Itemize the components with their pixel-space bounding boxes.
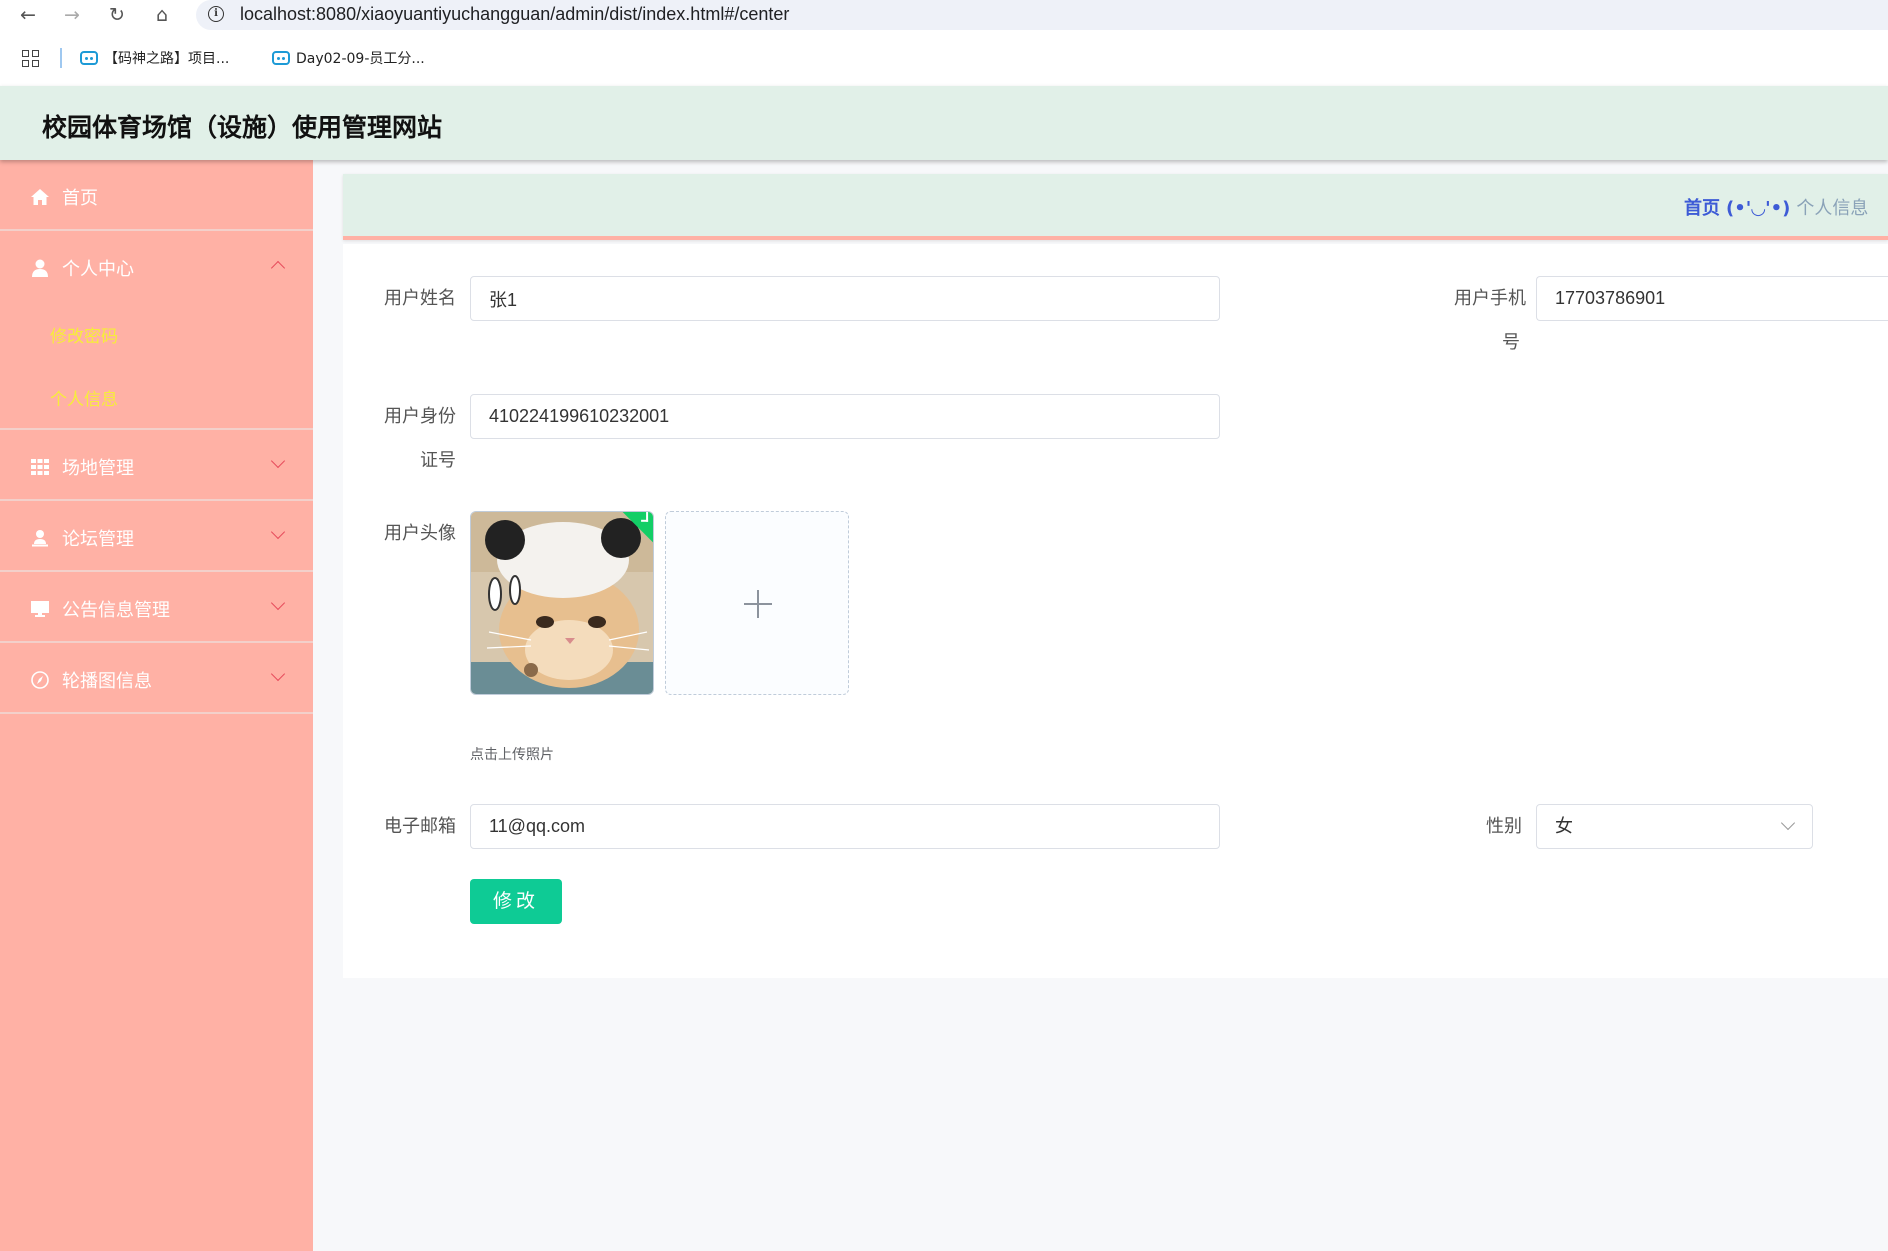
upload-tip: 点击上传照片 bbox=[470, 747, 554, 763]
sidebar-item-personal-center[interactable]: 个人中心 bbox=[0, 231, 313, 302]
chevron-down-icon bbox=[270, 453, 286, 469]
gender-label: 性别 bbox=[1486, 816, 1522, 837]
avatar-upload-button[interactable] bbox=[665, 511, 849, 695]
sidebar-item-forum-management[interactable]: 论坛管理 bbox=[0, 501, 313, 572]
sidebar-item-label: 公告信息管理 bbox=[62, 600, 170, 621]
monitor-icon bbox=[31, 601, 49, 617]
sidebar-item-label: 场地管理 bbox=[62, 458, 134, 479]
grid-icon bbox=[31, 459, 49, 475]
id-number-input[interactable] bbox=[470, 394, 1220, 439]
phone-label-line1: 用户手机 bbox=[1454, 288, 1526, 309]
person-icon bbox=[32, 530, 48, 547]
submenu-item-label: 修改密码 bbox=[50, 327, 118, 347]
plus-icon-vertical bbox=[757, 590, 759, 618]
sidebar-item-notice-management[interactable]: 公告信息管理 bbox=[0, 572, 313, 643]
sidebar-item-carousel-info[interactable]: 轮播图信息 bbox=[0, 643, 313, 714]
breadcrumb: 首页 (•'◡'•) 个人信息 bbox=[343, 174, 1888, 240]
browser-address-bar: ← → ↻ ⌂ i localhost:8080/xiaoyuantiyucha… bbox=[0, 0, 1888, 30]
id-number-label-line2: 证号 bbox=[420, 450, 456, 471]
avatar-cat-image bbox=[471, 512, 653, 694]
app-header: 校园体育场馆（设施）使用管理网站 bbox=[0, 86, 1888, 160]
home-page-icon[interactable]: ⌂ bbox=[150, 3, 174, 27]
bookmark-item[interactable]: 【码神之路】项目... bbox=[80, 47, 229, 71]
sidebar-item-label: 论坛管理 bbox=[62, 529, 134, 550]
user-icon bbox=[32, 259, 48, 277]
avatar-label: 用户头像 bbox=[384, 523, 456, 544]
phone-label-line2: 号 bbox=[1502, 332, 1520, 353]
phone-input[interactable] bbox=[1536, 276, 1888, 321]
url-text[interactable]: localhost:8080/xiaoyuantiyuchangguan/adm… bbox=[240, 4, 789, 25]
gender-select[interactable]: 女 bbox=[1536, 804, 1813, 849]
bilibili-icon bbox=[272, 51, 290, 65]
sidebar-item-label: 轮播图信息 bbox=[62, 671, 152, 692]
sidebar: 首页 个人中心 修改密码 个人信息 场地管理 论坛管理 公告信息管理 轮播图信息 bbox=[0, 160, 313, 1251]
breadcrumb-separator: (•'◡'•) bbox=[1726, 198, 1791, 219]
bookmark-label: 【码神之路】项目... bbox=[104, 51, 230, 67]
bookmarks-bar: 【码神之路】项目... Day02-09-员工分... bbox=[0, 30, 1888, 86]
submenu-item-change-password[interactable]: 修改密码 bbox=[0, 302, 313, 365]
sidebar-item-label: 首页 bbox=[62, 188, 98, 209]
bookmark-label: Day02-09-员工分... bbox=[296, 51, 425, 67]
home-icon bbox=[31, 189, 49, 205]
bilibili-icon bbox=[80, 51, 98, 65]
email-label: 电子邮箱 bbox=[384, 816, 456, 837]
sidebar-item-venue-management[interactable]: 场地管理 bbox=[0, 430, 313, 501]
breadcrumb-home-link[interactable]: 首页 bbox=[1684, 198, 1720, 219]
bookmark-divider bbox=[60, 48, 62, 68]
site-info-icon[interactable]: i bbox=[208, 6, 224, 22]
apps-grid-icon[interactable] bbox=[22, 50, 40, 68]
submit-button[interactable]: 修改 bbox=[470, 879, 562, 924]
submenu-item-personal-info[interactable]: 个人信息 bbox=[0, 365, 313, 428]
check-icon bbox=[641, 512, 649, 522]
chevron-down-icon bbox=[270, 524, 286, 540]
id-number-label-line1: 用户身份 bbox=[384, 406, 456, 427]
back-arrow-icon[interactable]: ← bbox=[16, 3, 40, 27]
compass-icon bbox=[31, 671, 49, 689]
email-input[interactable] bbox=[470, 804, 1220, 849]
app-title: 校园体育场馆（设施）使用管理网站 bbox=[42, 113, 443, 142]
forward-arrow-icon[interactable]: → bbox=[60, 3, 84, 27]
submenu-personal-center: 修改密码 个人信息 bbox=[0, 302, 313, 430]
chevron-up-icon bbox=[270, 260, 286, 276]
name-label: 用户姓名 bbox=[384, 288, 456, 309]
name-input[interactable] bbox=[470, 276, 1220, 321]
bookmark-item[interactable]: Day02-09-员工分... bbox=[272, 47, 425, 71]
sidebar-item-home[interactable]: 首页 bbox=[0, 160, 313, 231]
chevron-down-icon bbox=[270, 666, 286, 682]
avatar-thumbnail[interactable] bbox=[470, 511, 654, 695]
reload-icon[interactable]: ↻ bbox=[105, 3, 129, 27]
sidebar-item-label: 个人中心 bbox=[62, 259, 134, 280]
chevron-down-icon bbox=[270, 595, 286, 611]
breadcrumb-current: 个人信息 bbox=[1796, 198, 1869, 219]
submenu-item-label: 个人信息 bbox=[50, 390, 118, 410]
